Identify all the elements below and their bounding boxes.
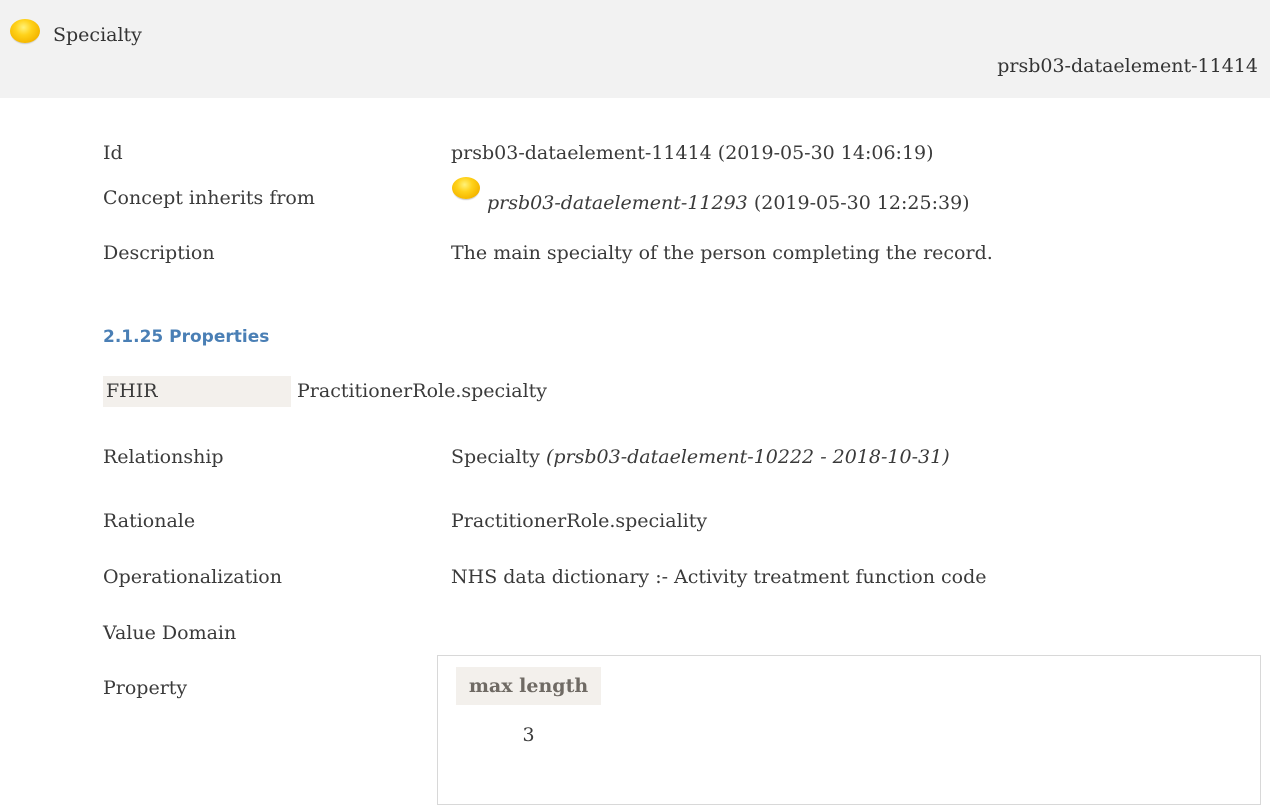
concept-id: prsb03-dataelement-11414 bbox=[997, 55, 1258, 77]
operationalization-label: Operationalization bbox=[103, 566, 282, 588]
relationship-label: Relationship bbox=[103, 446, 224, 468]
fhir-value: PractitionerRole.specialty bbox=[297, 380, 548, 402]
concept-header: Specialty prsb03-dataelement-11414 bbox=[0, 0, 1270, 98]
value-domain-label: Value Domain bbox=[103, 622, 237, 644]
relationship-ref: (prsb03-dataelement-10222 - 2018-10-31) bbox=[545, 446, 950, 468]
concept-title: Specialty bbox=[53, 24, 142, 46]
property-label: Property bbox=[103, 677, 188, 699]
rationale-value: PractitionerRole.speciality bbox=[451, 510, 708, 532]
inherits-date: (2019-05-30 12:25:39) bbox=[753, 192, 970, 214]
inherits-status-orb-icon bbox=[452, 177, 480, 199]
operationalization-value: NHS data dictionary :- Activity treatmen… bbox=[451, 566, 987, 588]
inherits-link[interactable]: prsb03-dataelement-11293 bbox=[487, 192, 748, 214]
property-table-header: max length bbox=[456, 667, 601, 705]
fhir-label: FHIR bbox=[103, 376, 291, 407]
property-table: max length 3 bbox=[437, 655, 1261, 805]
id-value: prsb03-dataelement-11414 (2019-05-30 14:… bbox=[451, 142, 934, 164]
relationship-name: Specialty bbox=[451, 446, 540, 468]
rationale-label: Rationale bbox=[103, 510, 196, 532]
description-value: The main specialty of the person complet… bbox=[451, 242, 993, 264]
inherits-value[interactable]: prsb03-dataelement-11293 (2019-05-30 12:… bbox=[487, 192, 970, 214]
description-label: Description bbox=[103, 242, 215, 264]
id-label: Id bbox=[103, 142, 123, 164]
properties-heading: 2.1.25 Properties bbox=[103, 327, 270, 347]
relationship-value: Specialty (prsb03-dataelement-10222 - 20… bbox=[451, 446, 950, 468]
property-table-value: 3 bbox=[522, 724, 535, 746]
inherits-label: Concept inherits from bbox=[103, 187, 315, 209]
status-orb-icon bbox=[10, 19, 40, 43]
